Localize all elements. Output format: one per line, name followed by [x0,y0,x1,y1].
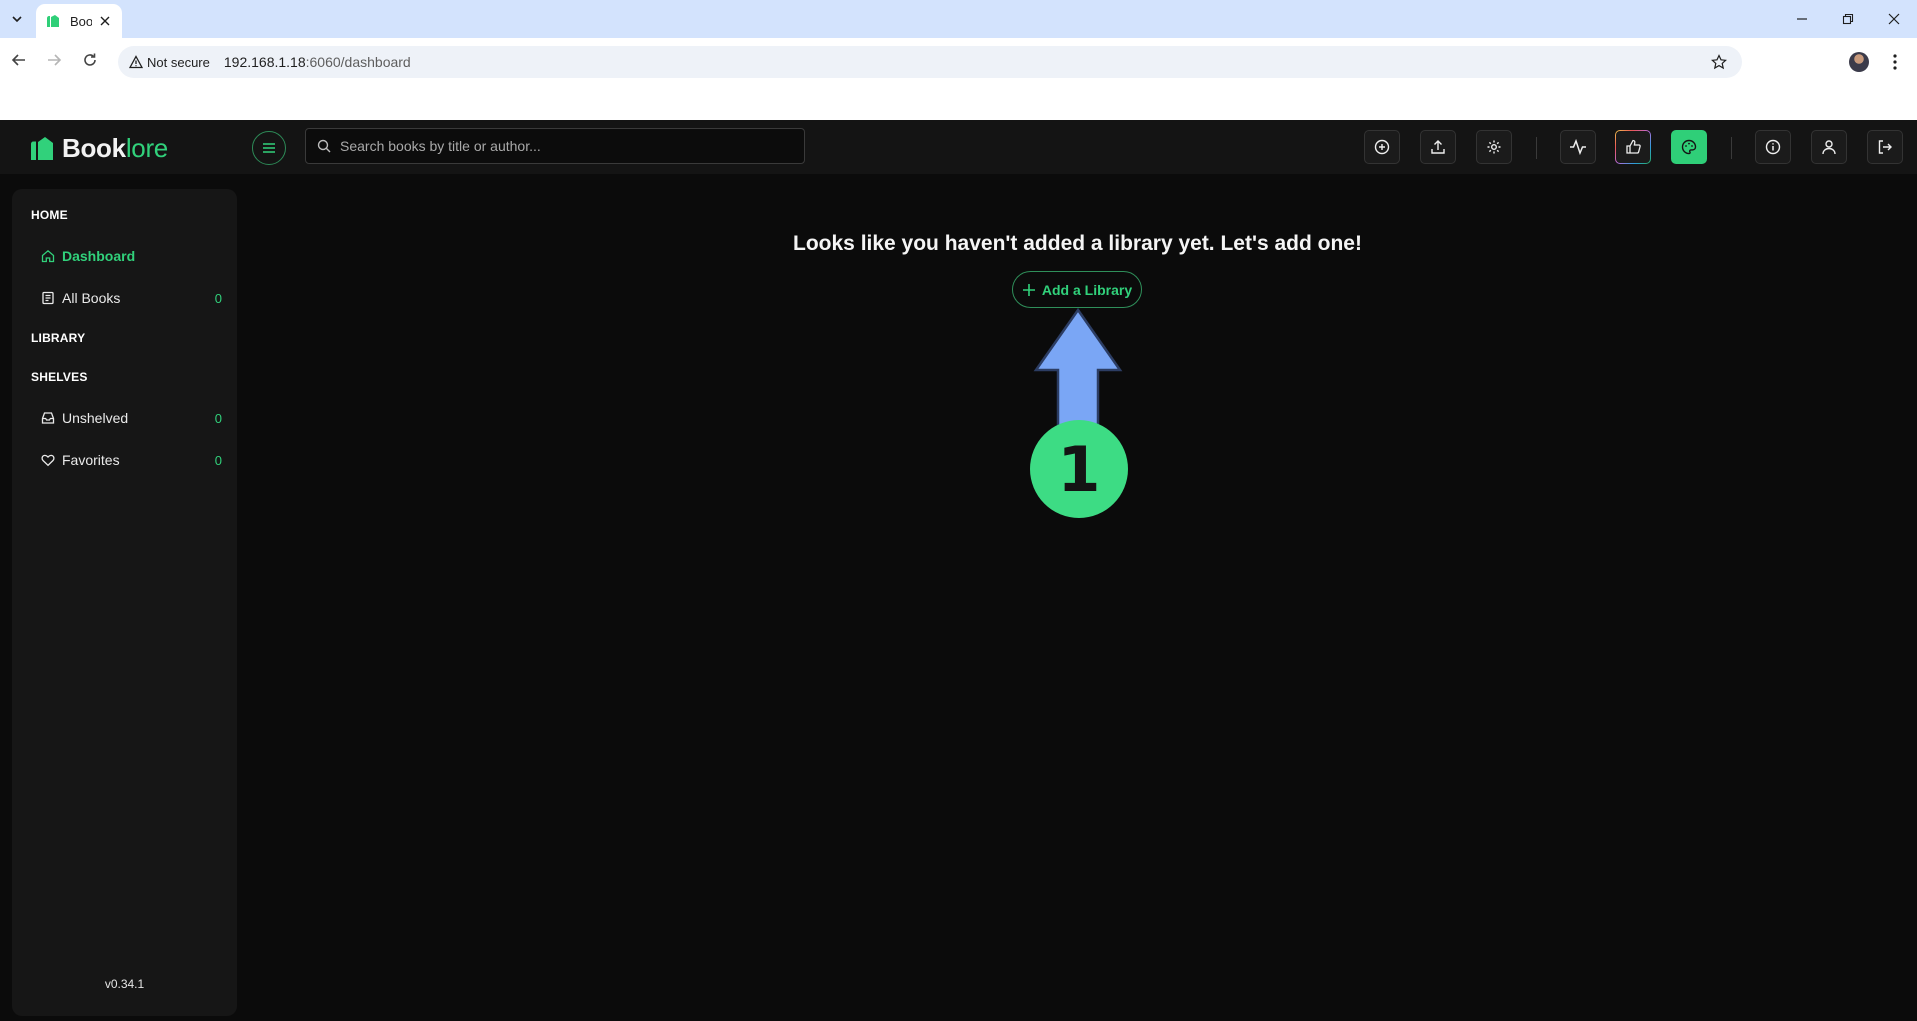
step-number-badge: 1 [1030,420,1128,518]
sidebar-item-label: Unshelved [62,410,129,426]
reload-icon [84,53,96,66]
profile-avatar[interactable] [1849,52,1869,72]
inbox-icon [40,410,56,426]
reload-button[interactable] [76,46,104,74]
booklore-logo-icon [31,136,53,160]
url-path: :6060/dashboard [305,54,411,70]
close-icon [1888,13,1900,25]
tab-search-button[interactable] [6,8,28,30]
restore-button[interactable] [1825,6,1871,32]
info-icon [1765,139,1781,155]
tab-title: Boo [70,13,92,29]
header-divider [1536,137,1537,159]
count-badge: 0 [214,410,222,426]
sidebar: HOME Dashboard All Books 0 LIBRARY SHELV… [12,189,237,1016]
gear-icon [1487,140,1501,154]
sidebar-item-unshelved[interactable]: Unshelved 0 [40,405,222,431]
menu-toggle-button[interactable] [252,131,286,165]
page-top-band [0,83,1917,120]
close-window-button[interactable] [1871,6,1917,32]
arrow-left-icon [11,54,25,66]
sidebar-item-label: All Books [62,290,121,306]
hamburger-icon [263,143,275,153]
minimize-button[interactable] [1779,6,1825,32]
back-button[interactable] [5,46,33,74]
add-button[interactable] [1364,130,1400,164]
heart-icon [40,452,56,468]
upload-button[interactable] [1420,130,1456,164]
sidebar-item-label: Favorites [62,452,120,468]
home-icon [40,248,56,264]
add-library-button[interactable]: Add a Library [1012,271,1142,308]
address-bar[interactable]: Not secure 192.168.1.18:6060/dashboard [118,46,1742,78]
search-input[interactable] [340,138,800,154]
count-badge: 0 [214,452,222,468]
sidebar-section-home: HOME [31,208,68,222]
add-library-label: Add a Library [1041,281,1133,298]
brand-accent: lore [125,133,168,163]
upload-icon [1431,140,1445,154]
info-button[interactable] [1755,130,1791,164]
app-version: v0.34.1 [104,977,145,991]
sidebar-section-shelves: SHELVES [31,370,88,384]
header-divider [1731,137,1732,159]
search-box[interactable] [305,128,805,164]
browser-menu-icon[interactable] [1885,50,1905,74]
book-icon [40,290,56,306]
url-text[interactable]: 192.168.1.18:6060/dashboard [224,54,411,70]
tab-close-icon[interactable] [98,14,112,28]
minimize-icon [1797,18,1807,20]
forward-button[interactable] [40,46,68,74]
sidebar-item-label: Dashboard [62,248,136,264]
browser-tab[interactable]: Boo [36,4,122,38]
chevron-down-icon [12,16,22,23]
brand-main: Book [62,133,126,163]
arrow-right-icon [48,54,62,66]
warning-icon [128,54,144,70]
settings-button[interactable] [1476,130,1512,164]
user-button[interactable] [1811,130,1847,164]
sidebar-item-all-books[interactable]: All Books 0 [40,285,222,311]
thumbs-up-icon [1626,139,1641,154]
count-badge: 0 [214,290,222,306]
activity-icon [1570,139,1586,155]
user-icon [1822,140,1836,155]
url-host: 192.168.1.18 [223,54,306,70]
logout-button[interactable] [1867,130,1903,164]
sidebar-section-library: LIBRARY [31,331,86,345]
booklore-favicon-icon [44,12,62,30]
brand-name: Booklore [62,133,168,164]
empty-state-message: Looks like you haven't added a library y… [793,232,1362,255]
booklore-logo[interactable]: Booklore [28,133,168,164]
app-header: Booklore [0,120,1917,174]
search-icon [316,138,332,154]
sidebar-item-favorites[interactable]: Favorites 0 [40,447,222,473]
theme-button[interactable] [1671,130,1707,164]
browser-tabstrip: Boo [0,0,1917,38]
sidebar-item-dashboard[interactable]: Dashboard [40,243,222,269]
logout-icon [1878,140,1892,154]
restore-icon [1842,13,1854,25]
add-circle-icon [1374,139,1390,155]
palette-icon [1681,139,1697,155]
plus-icon [1022,283,1036,297]
recommend-button[interactable] [1615,130,1651,164]
security-label[interactable]: Not secure [147,55,210,70]
bookmark-star-icon[interactable] [1710,53,1728,71]
activity-button[interactable] [1560,130,1596,164]
